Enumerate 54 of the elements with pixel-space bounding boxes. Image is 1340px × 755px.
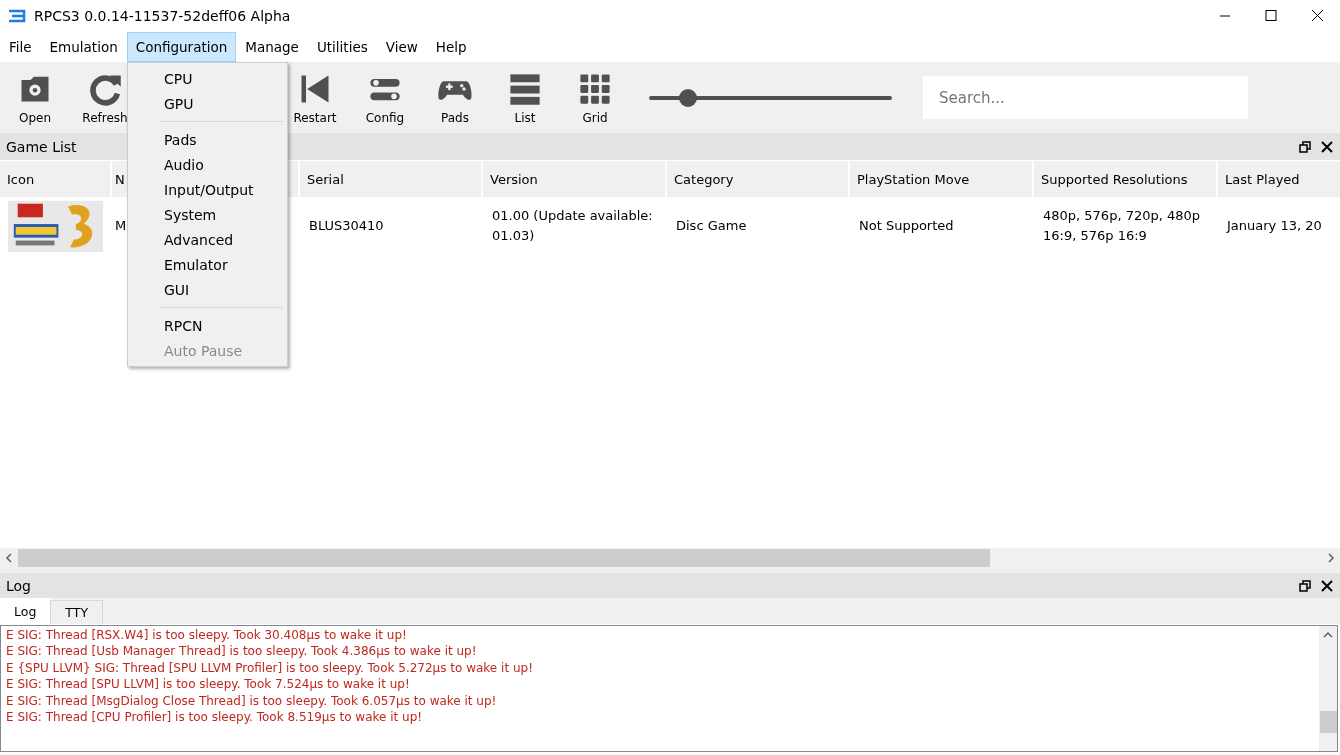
menu-item[interactable]: RPCN <box>128 313 287 338</box>
column-header[interactable]: Version <box>483 160 667 197</box>
menu-item[interactable]: Utilities <box>307 32 377 62</box>
menu-item[interactable]: Pads <box>128 127 287 152</box>
close-icon[interactable] <box>1320 139 1334 154</box>
menu-item[interactable]: Advanced <box>128 227 287 252</box>
column-header[interactable]: Supported Resolutions <box>1034 160 1218 197</box>
float-icon[interactable] <box>1298 578 1312 593</box>
log-line: E SIG: Thread [RSX.W4] is too sleepy. Took 30.408µs to wake it up! <box>6 627 408 644</box>
toolbar-button[interactable]: Grid <box>560 70 630 125</box>
log-line: E SIG: Thread [CPU Profiler] is too sleepy. Took 8.519µs to wake it up! <box>6 709 424 726</box>
table-cell-text: BLUS30410 <box>309 217 384 235</box>
menu-item[interactable]: Audio <box>128 152 287 177</box>
panel-title: Game List <box>6 138 77 155</box>
log-line: E SIG: Thread [MsgDialog Close Thread] is too sleepy. Took 6.057µs to wake it up! <box>6 692 498 710</box>
column-header[interactable]: Icon <box>0 160 112 197</box>
float-icon[interactable] <box>1298 139 1312 154</box>
table-cell-text: M <box>115 217 127 235</box>
panel-title: Log <box>6 577 31 594</box>
menu-item[interactable]: View <box>376 32 427 62</box>
menu-item[interactable]: Input/Output <box>128 177 287 202</box>
tab[interactable]: Log <box>0 598 52 624</box>
menu-item[interactable]: GUI <box>128 277 287 302</box>
tab[interactable]: TTY <box>50 600 103 624</box>
column-header[interactable]: Serial <box>300 160 483 197</box>
scrollbar-thumb[interactable] <box>1319 711 1337 733</box>
log-line: E {SPU LLVM} SIG: Thread [SPU LLVM Profiler] is too sleepy. Took 5.272µs to wake it up! <box>6 659 534 677</box>
toolbar-button[interactable]: List <box>490 70 560 125</box>
menu-item[interactable]: Manage <box>236 32 308 62</box>
toolbar-button[interactable]: Pads <box>420 70 490 125</box>
app-logo-icon <box>8 9 26 23</box>
menu-item[interactable]: File <box>0 32 41 62</box>
close-icon[interactable] <box>1320 578 1334 593</box>
toolbar-button[interactable]: Config <box>350 70 420 125</box>
log-line: E SIG: Thread [Usb Manager Thread] is too sleepy. Took 4.386µs to wake it up! <box>6 643 478 660</box>
menu-item[interactable]: Emulator <box>128 252 287 277</box>
menu-item[interactable]: System <box>128 202 287 227</box>
menu-item[interactable]: Help <box>426 32 476 62</box>
table-cell-text: 01.00 (Update available: 01.03) <box>492 207 654 245</box>
menu-item[interactable]: Configuration <box>126 32 237 62</box>
table-cell-text: 480p, 576p, 720p, 480p 16:9, 576p 16:9 <box>1043 207 1202 245</box>
zoom-slider[interactable] <box>649 87 892 108</box>
toolbar-button[interactable]: Open <box>0 70 70 125</box>
column-header[interactable]: PlayStation Move <box>850 160 1034 197</box>
window-title: RPCS3 0.0.14-11537-52deff06 Alpha <box>34 8 291 24</box>
table-cell-text: Disc Game <box>676 217 747 235</box>
table-cell-text: January 13, 20 <box>1227 217 1322 235</box>
column-header[interactable]: Category <box>667 160 850 197</box>
menu-item[interactable]: Emulation <box>40 32 127 62</box>
search-field[interactable]: Search... <box>923 76 1248 119</box>
column-header[interactable]: Last Played <box>1218 160 1340 197</box>
table-cell-text: Not Supported <box>859 217 954 235</box>
log-line: E SIG: Thread [SPU LLVM] is too sleepy. Took 7.524µs to wake it up! <box>6 676 411 693</box>
scrollbar-thumb[interactable] <box>18 549 990 567</box>
